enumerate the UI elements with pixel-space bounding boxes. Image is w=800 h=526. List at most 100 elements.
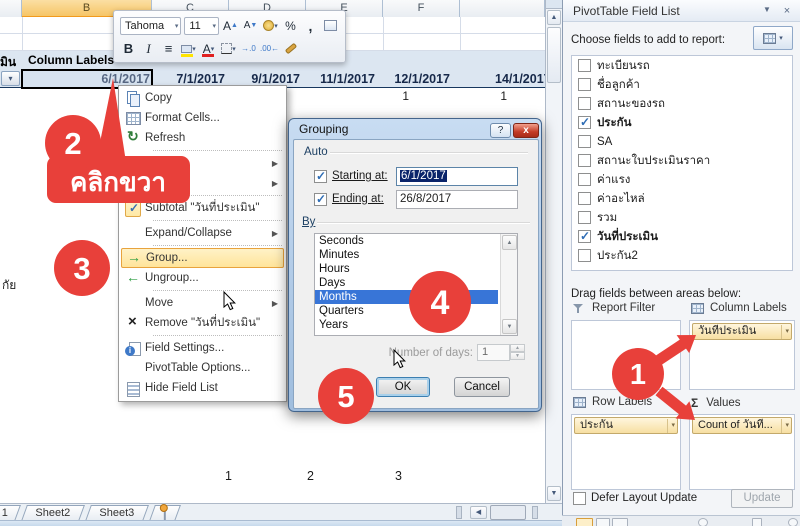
- field-item-3[interactable]: ประกัน: [572, 113, 792, 132]
- field-checkbox-7[interactable]: [578, 192, 591, 205]
- accounting-format-button[interactable]: ▾: [262, 17, 279, 35]
- sheet-tab-sheet3[interactable]: Sheet3: [85, 505, 149, 520]
- number-of-days-input[interactable]: 1: [477, 344, 510, 361]
- normal-view-icon[interactable]: [576, 518, 593, 526]
- by-listbox[interactable]: Seconds Minutes Hours Days Months Quarters Yea…: [314, 233, 518, 336]
- menu-item-10[interactable]: Remove "วันที่ประเมิน": [121, 313, 284, 333]
- menu-item-9[interactable]: Move ▶: [121, 293, 284, 313]
- column-header-partial[interactable]: [0, 0, 22, 17]
- scroll-down-icon[interactable]: ▼: [502, 319, 517, 334]
- menu-item-0[interactable]: Copy: [121, 88, 284, 108]
- by-option-quarters[interactable]: Quarters: [315, 304, 498, 318]
- comma-style-button[interactable]: ,: [302, 17, 319, 35]
- field-item-8[interactable]: รวม: [572, 208, 792, 227]
- field-checkbox-3[interactable]: [578, 115, 591, 129]
- scrollbar-split-box[interactable]: [546, 0, 562, 9]
- ending-at-checkbox[interactable]: [314, 192, 327, 206]
- field-item-9[interactable]: วันที่ประเมิน: [572, 227, 792, 246]
- field-item-4[interactable]: SA: [572, 132, 792, 151]
- field-checkbox-9[interactable]: [578, 229, 591, 243]
- menu-item-11[interactable]: Field Settings...: [121, 338, 284, 358]
- menu-item-2[interactable]: Refresh: [121, 128, 284, 148]
- italic-button[interactable]: I: [140, 40, 157, 58]
- field-checkbox-5[interactable]: [578, 154, 591, 167]
- values-box[interactable]: Count of วันที่... ▾: [689, 414, 795, 490]
- field-checkbox-1[interactable]: [578, 78, 591, 91]
- menu-item-6[interactable]: Expand/Collapse ▶: [121, 223, 284, 243]
- menu-item-13[interactable]: Hide Field List: [121, 378, 284, 398]
- scroll-up-icon[interactable]: ▲: [502, 235, 517, 250]
- scroll-down-icon[interactable]: ▼: [547, 486, 561, 501]
- menu-item-5[interactable]: Subtotal "วันที่ประเมิน": [121, 198, 284, 218]
- horizontal-scrollbar-thumb[interactable]: [490, 505, 526, 520]
- zoom-out-icon[interactable]: [698, 518, 708, 526]
- pivot-date-cell[interactable]: 12/1/2017: [360, 70, 450, 88]
- by-option-seconds[interactable]: Seconds: [315, 234, 498, 248]
- field-checkbox-4[interactable]: [578, 135, 591, 148]
- zoom-in-icon[interactable]: [788, 518, 798, 526]
- sheet-tab-1[interactable]: 1: [0, 505, 21, 520]
- ok-button[interactable]: OK: [376, 377, 430, 397]
- fill-color-button[interactable]: ▾: [180, 40, 197, 58]
- pivot-filter-dropdown[interactable]: ▾: [1, 71, 20, 86]
- field-checkbox-2[interactable]: [578, 97, 591, 110]
- menu-item-3[interactable]: ▶: [121, 153, 284, 173]
- merge-center-button[interactable]: [322, 17, 339, 35]
- defer-layout-checkbox[interactable]: [573, 492, 586, 505]
- menu-item-4[interactable]: ▶: [121, 173, 284, 193]
- field-item-1[interactable]: ชื่อลูกค้า: [572, 75, 792, 94]
- help-button[interactable]: ?: [490, 123, 511, 138]
- increase-decimal-button[interactable]: →.0: [240, 40, 257, 58]
- number-of-days-spinner[interactable]: ▲ ▼: [510, 344, 525, 361]
- percent-style-button[interactable]: %: [282, 17, 299, 35]
- close-button[interactable]: x: [513, 123, 539, 138]
- starting-at-input[interactable]: 6/1/2017: [396, 167, 518, 186]
- cancel-button[interactable]: Cancel: [454, 377, 510, 397]
- sheet-tab-sheet2[interactable]: Sheet2: [21, 505, 85, 520]
- shrink-font-button[interactable]: A ▼: [242, 17, 259, 35]
- decrease-decimal-button[interactable]: .00←: [260, 40, 279, 58]
- scroll-left-icon[interactable]: ◀: [470, 506, 487, 519]
- grow-font-button[interactable]: A ▲: [222, 17, 239, 35]
- row-labels-box[interactable]: ประกัน ▾: [571, 414, 681, 490]
- field-item-5[interactable]: สถานะใบประเมินราคา: [572, 151, 792, 170]
- insert-worksheet-tab[interactable]: [149, 505, 181, 520]
- field-checkbox-8[interactable]: [578, 211, 591, 224]
- by-option-years[interactable]: Years: [315, 318, 498, 332]
- vertical-scrollbar[interactable]: ▲ ▼: [545, 0, 562, 503]
- column-header-F[interactable]: F: [383, 0, 460, 17]
- values-field-button[interactable]: Count of วันที่... ▾: [692, 417, 792, 434]
- menu-item-7[interactable]: Group...: [121, 248, 284, 268]
- field-checkbox-6[interactable]: [578, 173, 591, 186]
- column-labels-box[interactable]: วันที่ประเมิน ▾: [689, 320, 795, 390]
- chevron-down-icon[interactable]: ▼: [759, 5, 775, 19]
- update-button[interactable]: Update: [731, 489, 793, 508]
- spinner-down-icon[interactable]: ▼: [510, 352, 525, 360]
- field-list-layout-button[interactable]: ▾: [753, 26, 793, 50]
- field-item-0[interactable]: ทะเบียนรถ: [572, 56, 792, 75]
- format-painter-button[interactable]: [282, 40, 299, 58]
- tab-split-handle[interactable]: [456, 506, 462, 519]
- bold-button[interactable]: B: [120, 40, 137, 58]
- menu-item-1[interactable]: Format Cells...: [121, 108, 284, 128]
- borders-button[interactable]: ▾: [220, 40, 237, 58]
- menu-item-8[interactable]: Ungroup...: [121, 268, 284, 288]
- starting-at-checkbox[interactable]: [314, 169, 327, 183]
- report-filter-box[interactable]: [571, 320, 681, 390]
- column-header-partial[interactable]: [460, 0, 545, 17]
- scroll-up-icon[interactable]: ▲: [547, 10, 561, 25]
- menu-item-12[interactable]: PivotTable Options...: [121, 358, 284, 378]
- by-option-hours[interactable]: Hours: [315, 262, 498, 276]
- field-checkbox-10[interactable]: [578, 249, 591, 262]
- center-button[interactable]: ≡: [160, 40, 177, 58]
- by-option-days[interactable]: Days: [315, 276, 498, 290]
- pivot-date-cell[interactable]: 14/1/2017: [495, 70, 545, 88]
- field-item-7[interactable]: ค่าอะไหล่: [572, 189, 792, 208]
- font-size-combo[interactable]: 11 ▾: [184, 16, 219, 35]
- field-checkbox-0[interactable]: [578, 59, 591, 72]
- field-item-10[interactable]: ประกัน2: [572, 246, 792, 265]
- by-option-months[interactable]: Months: [315, 290, 498, 304]
- font-name-combo[interactable]: Tahoma ▾: [120, 16, 182, 35]
- scrollbar-thumb[interactable]: [547, 27, 561, 83]
- listbox-scrollbar[interactable]: ▲ ▼: [500, 234, 517, 335]
